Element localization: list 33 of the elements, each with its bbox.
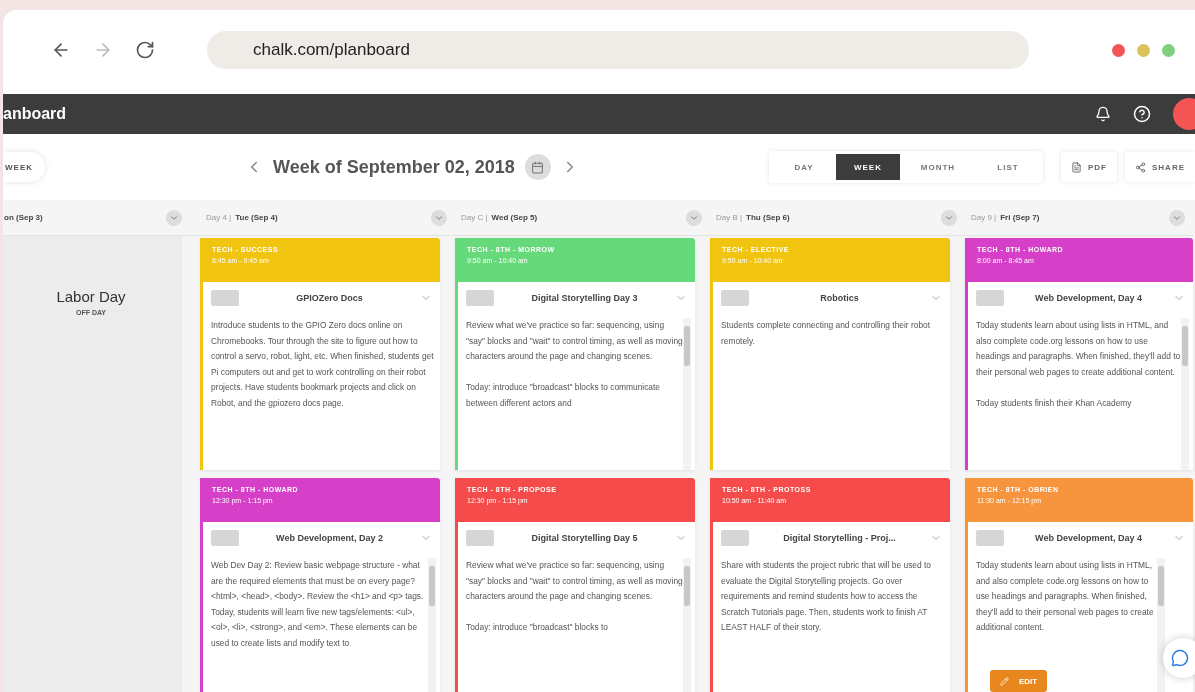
lesson-notes: Today students learn about using lists in HTML, and also complete code.org lessons on how to use headings and paragraphs. When finished, they'll add to their personal web pages to create additional content. Today students finish their Khan Academy xyxy=(976,319,1181,410)
view-tab[interactable]: WEEK xyxy=(836,154,900,180)
share-button[interactable]: SHARE xyxy=(1125,152,1195,182)
lesson-notes: Share with students the project rubric that will be used to evaluate the Digital Storytelling projects. Go over requirements and remind students how to access the Scratch Tutorials page. Then, students work to finish AT LEAST HALF of their story. xyxy=(721,559,932,635)
lesson-title: GPIOZero Docs xyxy=(295,293,364,303)
day-number: Day 9 | xyxy=(971,213,997,222)
day-label: Tue (Sep 4) xyxy=(235,213,278,222)
holiday-title: Labor Day xyxy=(56,288,126,305)
lesson-title: Digital Storytelling Day 5 xyxy=(530,533,639,543)
week-label: Week of September 02, 2018 xyxy=(273,156,515,178)
lesson-notes: Students complete connecting and controlling their robot remotely. xyxy=(721,319,932,348)
lesson-title: Digital Storytelling - Proj... xyxy=(782,533,897,543)
lesson-notes: Review what we've practice so far: sequencing, using "say" blocks and "wait" to control timing, as well as moving characters around the page and changing scenes. Today: introduce "broadcast" blocks to communicate between different actors and xyxy=(466,319,683,410)
lesson-notes: Today students learn about using lists in HTML, and also complete code.org lessons on how to use headings and paragraphs. When finished, they'll add to their personal web pages to create additional content. xyxy=(976,559,1155,635)
week-button[interactable]: WEEK xyxy=(3,152,45,182)
day-label: Wed (Sep 5) xyxy=(491,213,538,222)
pdf-button[interactable]: PDF xyxy=(1061,152,1117,182)
lesson-notes: Web Dev Day 2: Review basic webpage structure - what are the required elements that must be on every page? <html>, <head>, <body>. Review the <h1> and <p> tags. Today, students will learn five new tags/elements: <ul>, <ol>, <li>, <strong>, and <em>. These elements can be used to create lists and modify text to xyxy=(211,559,425,650)
lesson-title: Digital Storytelling Day 3 xyxy=(530,293,639,303)
day-number: Day C | xyxy=(461,213,488,222)
lesson-title: Web Development, Day 2 xyxy=(275,533,384,543)
lesson-title: Web Development, Day 4 xyxy=(1034,533,1143,543)
app-title: anboard xyxy=(3,105,67,123)
lesson-title: Web Development, Day 4 xyxy=(1034,293,1143,303)
lesson-title: Robotics xyxy=(819,293,860,303)
day-label: on (Sep 3) xyxy=(4,213,43,222)
lesson-notes: Review what we've practice so far: sequencing, using "say" blocks and "wait" to control timing, as well as moving characters around the page and changing scenes. Today: introduce "broadcast" blocks to xyxy=(466,559,683,635)
day-number: Day 4 | xyxy=(206,213,232,222)
address-bar[interactable]: chalk.com/planboard xyxy=(207,31,1029,69)
lesson-notes: Introduce students to the GPIO Zero docs online on Chromebooks. Tour through the site to figure out how to control a servo, robot, light, etc. When finished, students get Pi computers out and get to work controlling on their robot projects. Have students bookmark projects and click on Robot, and the gpiozero docs page. xyxy=(211,319,435,410)
day-number: Day B | xyxy=(716,213,743,222)
day-label: Fri (Sep 7) xyxy=(1000,213,1040,222)
day-label: Thu (Sep 6) xyxy=(746,213,790,222)
